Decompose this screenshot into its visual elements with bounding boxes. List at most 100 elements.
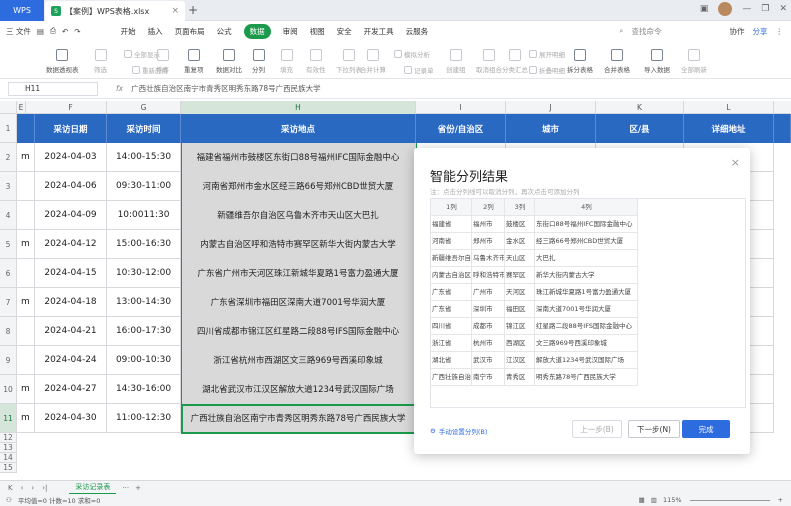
row-header[interactable]: 11 (0, 404, 17, 433)
ribbon-item-16[interactable]: 分类汇总 (502, 49, 528, 74)
header-cell-I[interactable]: 省份/自治区 (416, 114, 506, 143)
next-button[interactable]: 下一步(N) (628, 420, 680, 438)
row-header[interactable]: 6 (0, 259, 17, 288)
cell-E6[interactable] (17, 259, 35, 288)
next-sheet-icon[interactable]: › (31, 484, 34, 492)
fx-icon[interactable]: fx (116, 84, 123, 93)
redo-icon[interactable]: ↷ (74, 27, 80, 36)
preview-col-header[interactable]: 4列 (535, 199, 638, 216)
cell-H4[interactable]: 新疆维吾尔自治区乌鲁木齐市天山区大巴扎 (181, 201, 416, 230)
row-header[interactable]: 9 (0, 346, 17, 375)
menu-tab-3[interactable]: 公式 (217, 26, 232, 37)
cell-G8[interactable]: 16:00-17:30 (107, 317, 181, 346)
row-header[interactable]: 13 (0, 443, 17, 453)
more-icon[interactable]: ⋮ (776, 27, 784, 36)
ribbon-item-0[interactable]: 数据透视表 (46, 49, 79, 74)
menu-tab-9[interactable]: 云服务 (406, 26, 429, 37)
row-header[interactable]: 5 (0, 230, 17, 259)
header-cell-G[interactable]: 采访时间 (107, 114, 181, 143)
zoom-in-icon[interactable]: + (778, 496, 783, 504)
cell-G3[interactable]: 09:30-11:00 (107, 172, 181, 201)
row-header[interactable]: 7 (0, 288, 17, 317)
cell-E4[interactable] (17, 201, 35, 230)
ribbon-item-5[interactable]: 重复项 (184, 49, 204, 74)
cell-G6[interactable]: 10:30-12:00 (107, 259, 181, 288)
preview-col-header[interactable]: 2列 (472, 199, 505, 216)
cell-G4[interactable]: 10:0011:30 (107, 201, 181, 230)
row-header[interactable]: 8 (0, 317, 17, 346)
row-header[interactable]: 2 (0, 143, 17, 172)
menu-tab-5[interactable]: 审阅 (283, 26, 298, 37)
row-header[interactable]: 1 (0, 114, 17, 143)
cell-G2[interactable]: 14:00-15:30 (107, 143, 181, 172)
cell-F8[interactable]: 2024-04-21 (35, 317, 107, 346)
ribbon-item-6[interactable]: 数据对比 (216, 49, 242, 74)
header-cell-J[interactable]: 城市 (506, 114, 596, 143)
avatar[interactable] (718, 2, 733, 16)
wps-home-tab[interactable]: WPS (0, 0, 44, 21)
row-header[interactable]: 3 (0, 172, 17, 201)
row-header[interactable]: 14 (0, 453, 17, 463)
header-cell-E[interactable] (17, 114, 35, 143)
column-header-K[interactable]: K (596, 101, 684, 114)
ribbon-item-4[interactable]: 排序 (156, 49, 169, 74)
zoom-slider[interactable] (689, 499, 770, 501)
cell-E11[interactable]: m (17, 404, 35, 433)
first-sheet-icon[interactable]: K (8, 484, 13, 492)
collab-button[interactable]: 协作 (730, 26, 745, 37)
ribbon-item-7[interactable]: 分列 (252, 49, 265, 74)
header-cell-L[interactable]: 详细地址 (684, 114, 774, 143)
ribbon-item-1[interactable]: 筛选 (94, 49, 107, 74)
cell-E10[interactable]: m (17, 375, 35, 404)
undo-icon[interactable]: ↶ (62, 27, 68, 36)
cell-H10[interactable]: 湖北省武汉市江汉区解放大道1234号武汉国际广场 (181, 375, 416, 404)
ribbon-item-17[interactable]: 展开明细 (529, 49, 565, 59)
cell-E5[interactable]: m (17, 230, 35, 259)
cell-F4[interactable]: 2024-04-09 (35, 201, 107, 230)
column-header-L[interactable]: L (684, 101, 774, 114)
menu-tab-0[interactable]: 开始 (121, 26, 136, 37)
cell-E9[interactable] (17, 346, 35, 375)
new-tab-button[interactable]: + (188, 3, 198, 17)
save-icon[interactable]: ▤ (37, 27, 44, 36)
cell-F7[interactable]: 2024-04-18 (35, 288, 107, 317)
cell-H2[interactable]: 福建省福州市鼓楼区东街口88号福州IFC国际金融中心 (181, 143, 416, 172)
ribbon-item-22[interactable]: 全部刷新 (681, 49, 707, 74)
column-header-E[interactable]: E (17, 101, 26, 114)
cell-F5[interactable]: 2024-04-12 (35, 230, 107, 259)
macro-icon[interactable]: ⚇ (6, 496, 12, 504)
ribbon-item-18[interactable]: 折叠明细 (529, 65, 565, 75)
minimize-icon[interactable]: — (742, 4, 751, 14)
cell-H7[interactable]: 广东省深圳市福田区深南大道7001号华润大厦 (181, 288, 416, 317)
more-sheets-icon[interactable]: ··· (122, 484, 129, 492)
select-all-corner[interactable] (0, 101, 17, 114)
close-window-icon[interactable]: ✕ (779, 4, 787, 14)
preview-col-header[interactable]: 1列 (431, 199, 472, 216)
restore-icon[interactable]: ❐ (761, 4, 769, 14)
cell-E2[interactable]: m (17, 143, 35, 172)
cell-G9[interactable]: 09:00-10:30 (107, 346, 181, 375)
ribbon-item-2[interactable]: 全部显示 (124, 49, 160, 59)
column-header-F[interactable]: F (35, 101, 107, 114)
header-cell-M[interactable] (774, 114, 791, 143)
cell-H5[interactable]: 内蒙古自治区呼和浩特市赛罕区新华大街内蒙古大学 (181, 230, 416, 259)
share-button[interactable]: 分享 (753, 26, 768, 37)
prev-button[interactable]: 上一步(B) (572, 420, 622, 438)
menu-tab-8[interactable]: 开发工具 (364, 26, 394, 37)
dialog-close-icon[interactable]: × (731, 156, 740, 169)
close-tab-icon[interactable]: × (171, 6, 179, 16)
menu-tab-2[interactable]: 页面布局 (175, 26, 205, 37)
ribbon-item-12[interactable]: 模拟分析 (394, 49, 430, 59)
cell-G11[interactable]: 11:00-12:30 (107, 404, 181, 433)
cell-H11[interactable]: 广西壮族自治区南宁市青秀区明秀东路78号广西民族大学 (181, 404, 416, 433)
zoom-level[interactable]: 115% (663, 496, 682, 504)
view-page-icon[interactable]: ▥ (651, 496, 657, 504)
ribbon-item-13[interactable]: 记录单 (404, 65, 434, 75)
ribbon-item-19[interactable]: 拆分表格 (567, 49, 593, 74)
document-tab[interactable]: S 【案例】WPS表格.xlsx × (45, 1, 185, 21)
add-sheet-button[interactable]: + (135, 484, 141, 492)
ribbon-item-20[interactable]: 合并表格 (604, 49, 630, 74)
cell-G10[interactable]: 14:30-16:00 (107, 375, 181, 404)
manual-split-link[interactable]: ⚙ 手动设置分列(B) (430, 426, 487, 436)
view-normal-icon[interactable]: ▦ (639, 496, 645, 504)
